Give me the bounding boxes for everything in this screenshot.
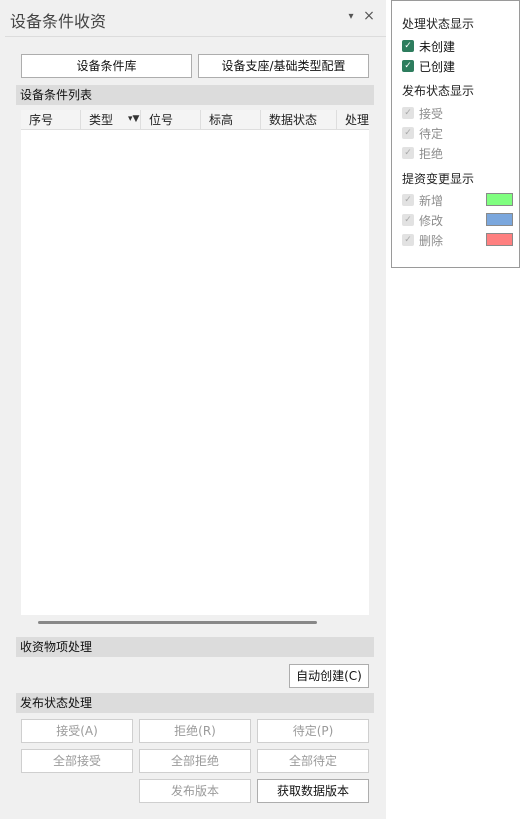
pending-button[interactable]: 待定(P) [257,719,369,743]
option-accept[interactable]: ✓ 接受 [402,105,443,121]
reject-button[interactable]: 拒绝(R) [139,719,251,743]
checkbox-checked-icon[interactable]: ✓ [402,40,414,52]
change-display-heading: 提资变更显示 [402,172,475,186]
option-added[interactable]: ✓ 新增 [402,192,443,208]
pin-icon[interactable]: ▾ [345,11,357,23]
support-foundation-config-button[interactable]: 设备支座/基础类型配置 [198,54,369,78]
checkbox-disabled-icon[interactable]: ✓ [402,147,414,159]
conditions-list-header: 设备条件列表 [16,85,374,105]
conditions-list[interactable]: 序号 类型 ▾▼ 位号 标高 数据状态 处理状态 [21,110,369,615]
panel-title: 设备条件收资 [10,12,107,31]
modified-color-swatch [486,213,513,226]
column-type-label: 类型 [89,113,114,127]
added-color-swatch [486,193,513,206]
receive-items-header: 收资物项处理 [16,637,374,657]
column-data-status[interactable]: 数据状态 [261,110,337,130]
equipment-conditions-panel: 设备条件收资 ▾ × 设备条件库 设备支座/基础类型配置 设备条件列表 序号 类… [0,0,386,819]
publish-status-heading: 发布状态显示 [402,84,475,98]
process-status-heading: 处理状态显示 [402,17,475,31]
option-label: 修改 [419,213,444,228]
option-label: 接受 [419,106,444,121]
option-created[interactable]: ✓ 已创建 [402,58,455,74]
pending-all-button[interactable]: 全部待定 [257,749,369,773]
option-reject[interactable]: ✓ 拒绝 [402,145,443,161]
option-label: 拒绝 [419,146,444,161]
equipment-library-button[interactable]: 设备条件库 [21,54,192,78]
checkbox-disabled-icon[interactable]: ✓ [402,107,414,119]
option-modified[interactable]: ✓ 修改 [402,212,443,228]
checkbox-disabled-icon[interactable]: ✓ [402,234,414,246]
checkbox-checked-icon[interactable]: ✓ [402,60,414,72]
horizontal-scrollbar[interactable] [38,621,317,624]
reject-all-button[interactable]: 全部拒绝 [139,749,251,773]
publish-version-button[interactable]: 发布版本 [139,779,251,803]
option-not-created[interactable]: ✓ 未创建 [402,38,455,54]
checkbox-disabled-icon[interactable]: ✓ [402,127,414,139]
checkbox-disabled-icon[interactable]: ✓ [402,214,414,226]
filter-icon[interactable]: ▾▼ [128,114,140,124]
deleted-color-swatch [486,233,513,246]
option-pending[interactable]: ✓ 待定 [402,125,443,141]
option-label: 新增 [419,193,444,208]
option-label: 已创建 [419,59,456,74]
column-process-status[interactable]: 处理状态 [337,110,369,130]
checkbox-disabled-icon[interactable]: ✓ [402,194,414,206]
column-elevation[interactable]: 标高 [201,110,261,130]
option-deleted[interactable]: ✓ 删除 [402,232,443,248]
column-tag[interactable]: 位号 [141,110,201,130]
accept-all-button[interactable]: 全部接受 [21,749,133,773]
option-label: 待定 [419,126,444,141]
auto-create-button[interactable]: 自动创建(C) [289,664,369,688]
display-filter-popup: 处理状态显示 ✓ 未创建 ✓ 已创建 发布状态显示 ✓ 接受 ✓ 待定 ✓ 拒绝… [391,0,520,268]
accept-button[interactable]: 接受(A) [21,719,133,743]
list-column-header: 序号 类型 ▾▼ 位号 标高 数据状态 处理状态 [21,110,369,130]
fetch-data-version-button[interactable]: 获取数据版本 [257,779,369,803]
option-label: 删除 [419,233,444,248]
publish-status-header: 发布状态处理 [16,693,374,713]
option-label: 未创建 [419,39,456,54]
column-index[interactable]: 序号 [21,110,81,130]
close-icon[interactable]: × [362,9,376,23]
